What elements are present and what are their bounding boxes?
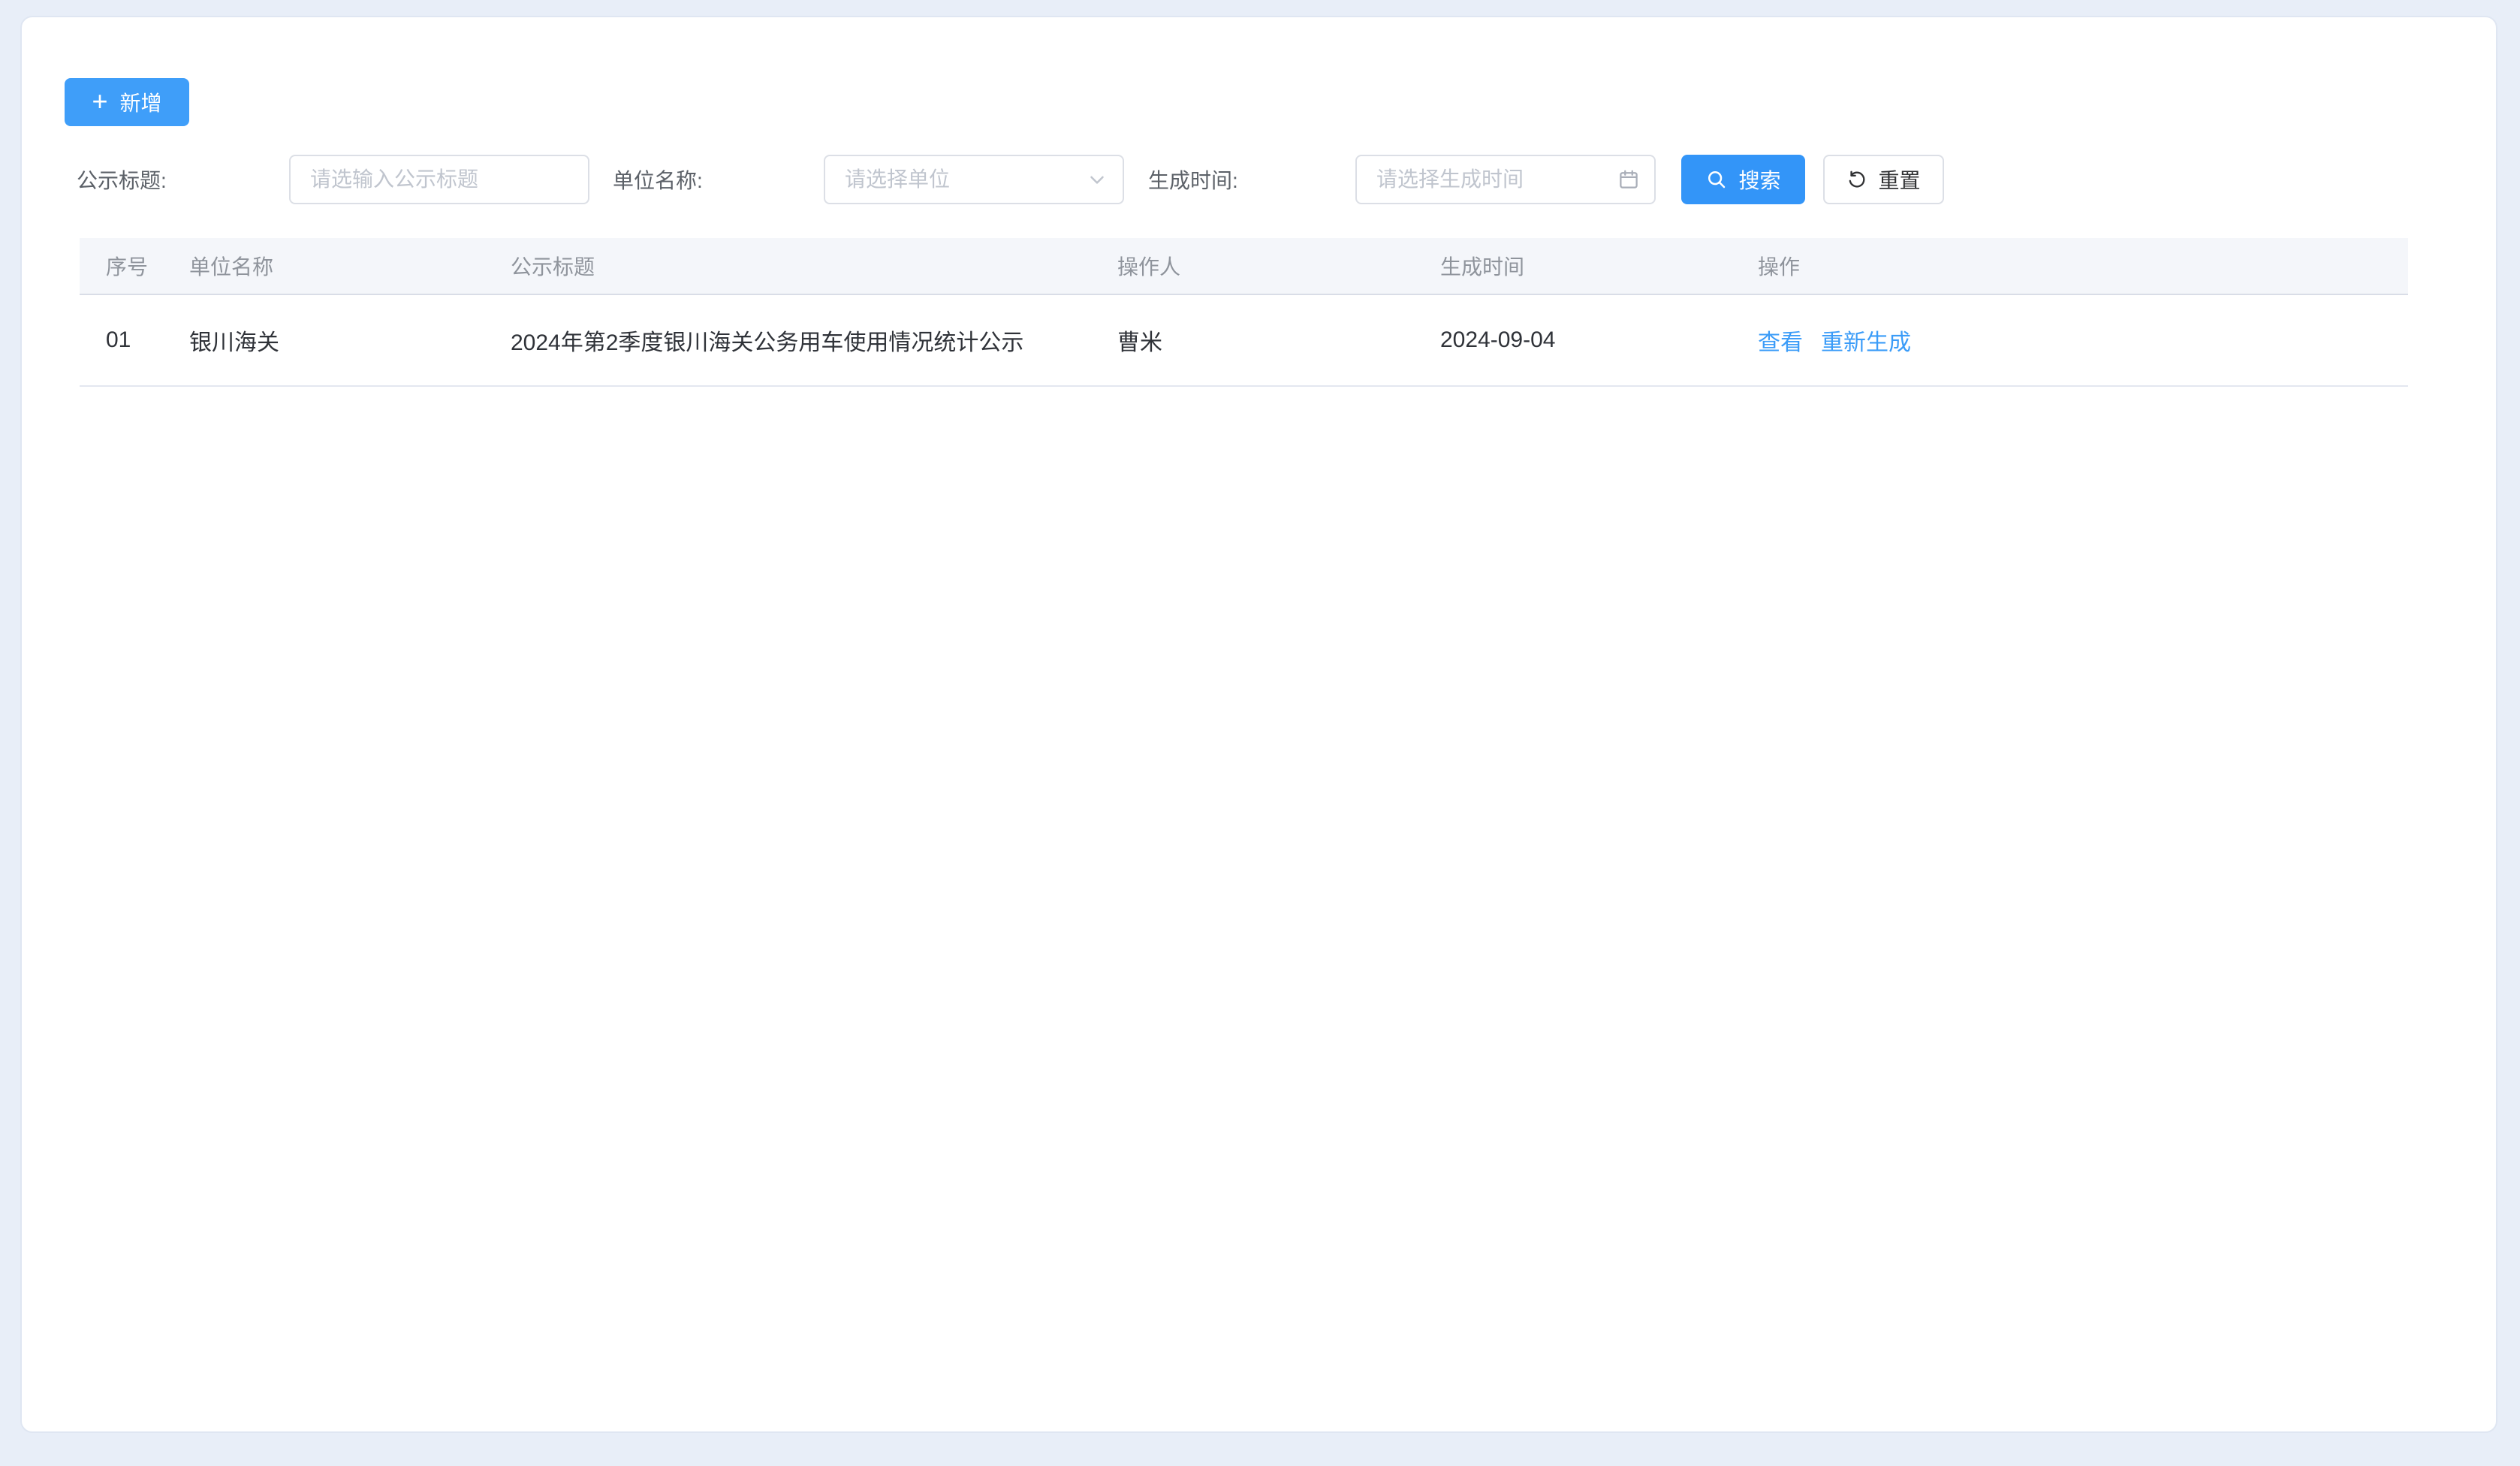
plus-icon: +: [92, 88, 107, 115]
unit-select[interactable]: [824, 155, 1124, 204]
reset-button[interactable]: 重置: [1823, 155, 1944, 204]
table-row: 01 银川海关 2024年第2季度银川海关公务用车使用情况统计公示 曹米 202…: [80, 295, 2408, 387]
time-filter-field: [1355, 155, 1656, 204]
title-filter-field: [289, 155, 589, 204]
title-filter-input[interactable]: [289, 155, 589, 204]
row-unit-cell: 银川海关: [163, 324, 484, 357]
col-header-operator: 操作人: [1091, 251, 1414, 281]
search-button[interactable]: 搜索: [1681, 155, 1805, 204]
add-button[interactable]: + 新增: [65, 78, 189, 126]
row-time-cell: 2024-09-04: [1414, 327, 1732, 353]
table-header-row: 序号 单位名称 公示标题 操作人 生成时间 操作: [80, 238, 2408, 295]
row-title-cell: 2024年第2季度银川海关公务用车使用情况统计公示: [484, 324, 1091, 357]
col-header-time: 生成时间: [1414, 251, 1732, 281]
filter-bar: 公示标题: 单位名称: 生成时间:: [77, 155, 1944, 204]
refresh-left-icon: [1846, 169, 1867, 190]
unit-filter-field: [824, 155, 1124, 204]
add-button-label: 新增: [120, 87, 162, 117]
col-header-title: 公示标题: [484, 251, 1091, 281]
regenerate-link[interactable]: 重新生成: [1821, 324, 1911, 357]
search-button-label: 搜索: [1738, 164, 1780, 195]
col-header-actions: 操作: [1732, 251, 2408, 281]
search-icon: [1705, 168, 1728, 191]
time-date-picker[interactable]: [1355, 155, 1656, 204]
title-filter-label: 公示标题:: [77, 164, 289, 195]
content-card: + 新增 公示标题: 单位名称: 生成时间:: [20, 16, 2497, 1433]
unit-filter-label: 单位名称:: [613, 164, 824, 195]
row-actions-cell: 查看 重新生成: [1732, 324, 2408, 357]
col-header-unit: 单位名称: [163, 251, 484, 281]
time-filter-label: 生成时间:: [1148, 164, 1355, 195]
reset-button-label: 重置: [1878, 164, 1920, 195]
page: { "colors": { "accent": "#3899f8", "page…: [0, 0, 2520, 1466]
row-operator-cell: 曹米: [1091, 324, 1414, 357]
view-link[interactable]: 查看: [1758, 324, 1803, 357]
notice-table: 序号 单位名称 公示标题 操作人 生成时间 操作 01 银川海关 2024年第2…: [80, 238, 2408, 387]
row-index-cell: 01: [80, 327, 163, 353]
col-header-index: 序号: [80, 251, 163, 281]
